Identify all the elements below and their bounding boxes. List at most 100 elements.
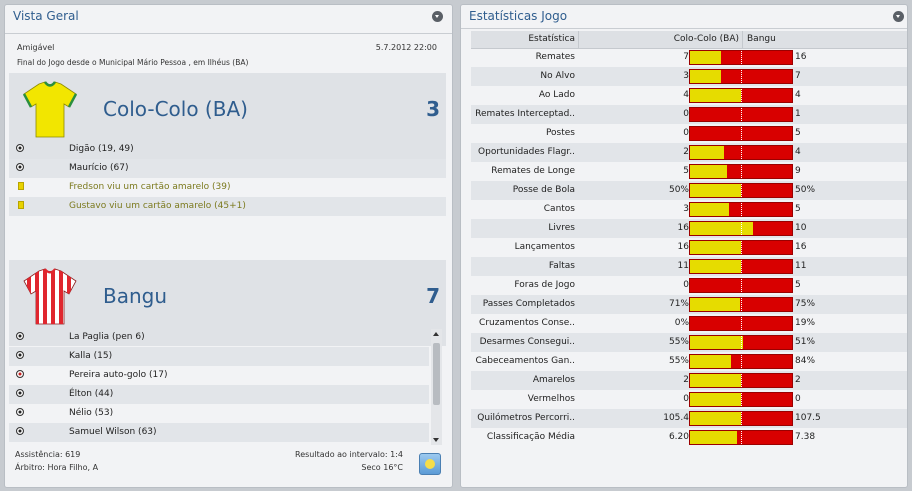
away-value: 16 [795,242,807,252]
comparison-bar [689,145,793,160]
stats-header: Estatística Colo-Colo (BA) Bangu [471,31,907,49]
away-value: 9 [795,166,801,176]
stat-row: Amarelos 2 2 [471,371,907,390]
bar-midline [741,298,742,311]
bar-midline [741,355,742,368]
col-stat-header[interactable]: Estatística [528,34,575,44]
event-text: Pereira auto-golo (17) [69,370,168,380]
stat-label: Cantos [543,204,575,214]
bar-midline [741,317,742,330]
away-event-row: Pereira auto-golo (17) [9,366,429,385]
panel-menu-icon[interactable] [432,11,443,22]
away-value: 107.5 [795,413,821,423]
bar-midline [741,336,742,349]
comparison-bar [689,202,793,217]
event-text: Nélio (53) [69,408,114,418]
col-away-header[interactable]: Bangu [747,34,776,44]
events-scrollbar[interactable] [431,329,442,445]
stat-row: Cabeceamentos Gan.. 55% 84% [471,352,907,371]
away-value: 50% [795,185,816,195]
home-bar-fill [690,165,727,178]
home-bar-fill [690,203,729,216]
home-event-row: Fredson viu um cartão amarelo (39) [9,178,446,197]
panel-menu-icon[interactable] [893,11,904,22]
bar-midline [741,184,742,197]
comparison-bar [689,221,793,236]
comparison-bar [689,50,793,65]
away-value: 84% [795,356,816,366]
stat-label: Amarelos [532,375,575,385]
home-value: 0% [674,318,689,328]
match-stats-panel: Estatísticas Jogo Estatística Colo-Colo … [460,4,908,488]
event-text: Maurício (67) [69,163,129,173]
event-text: Gustavo viu um cartão amarelo (45+1) [69,201,246,211]
scroll-thumb[interactable] [433,343,440,405]
home-bar-fill [690,431,737,444]
bar-midline [741,203,742,216]
home-bar-fill [690,222,754,235]
away-event-row: Kalla (15) [9,347,429,366]
stat-label: Remates de Longe [491,166,575,176]
home-bar-fill [690,260,741,273]
stat-row: Postes 0 5 [471,124,907,143]
away-team-name[interactable]: Bangu [103,284,167,308]
comparison-bar [689,392,793,407]
stat-row: Lançamentos 16 16 [471,238,907,257]
stat-row: Faltas 11 11 [471,257,907,276]
away-value: 10 [795,223,807,233]
bar-midline [741,51,742,64]
away-value: 5 [795,204,801,214]
stat-label: Desarmes Consegui.. [479,337,575,347]
goal-ball-icon [16,389,24,397]
home-bar-fill [690,241,741,254]
bar-midline [741,127,742,140]
competition-label: Amigável [17,43,55,52]
home-value: 6.20 [668,432,689,442]
comparison-bar [689,278,793,293]
sun-icon [419,453,441,475]
home-value: 16 [677,242,689,252]
bar-midline [741,431,742,444]
comparison-bar [689,259,793,274]
col-divider [742,31,743,48]
venue-text: Final do Jogo desde o Municipal Mário Pe… [17,58,249,67]
event-text: Kalla (15) [69,351,113,361]
bar-midline [741,412,742,425]
match-datetime: 5.7.2012 22:00 [375,43,437,52]
match-overview-panel: Vista Geral Amigável 5.7.2012 22:00 Fina… [4,4,453,488]
col-home-header[interactable]: Colo-Colo (BA) [674,34,739,44]
stat-row: Passes Completados 71% 75% [471,295,907,314]
home-team-name[interactable]: Colo-Colo (BA) [103,97,248,121]
stat-row: Desarmes Consegui.. 55% 51% [471,333,907,352]
away-event-row: Samuel Wilson (63) [9,423,429,442]
home-bar-fill [690,89,741,102]
comparison-bar [689,335,793,350]
comparison-bar [689,316,793,331]
stat-row: Cantos 3 5 [471,200,907,219]
stat-row: Cruzamentos Conse.. 0% 19% [471,314,907,333]
scroll-down-icon[interactable] [433,438,439,442]
home-value: 16 [677,223,689,233]
attendance-text: Assistência: 619 [15,450,81,459]
scroll-up-icon[interactable] [433,332,439,336]
bar-midline [741,260,742,273]
panel-title: Estatísticas Jogo [469,9,568,23]
stat-row: Remates Interceptad.. 0 1 [471,105,907,124]
comparison-bar [689,430,793,445]
stat-label: Cruzamentos Conse.. [479,318,575,328]
stat-row: Classificação Média 6.20 7.38 [471,428,907,447]
goal-ball-icon [16,351,24,359]
stat-label: Lançamentos [514,242,575,252]
away-shirt-icon [23,268,77,325]
goal-ball-icon [16,427,24,435]
stat-row: Remates de Longe 5 9 [471,162,907,181]
comparison-bar [689,411,793,426]
yellow-card-icon [18,182,24,190]
event-text: Élton (44) [69,389,114,399]
stat-row: Remates 7 16 [471,48,907,67]
stat-label: Classificação Média [486,432,575,442]
stat-label: Foras de Jogo [514,280,575,290]
away-team-score: 7 [426,284,440,308]
comparison-bar [689,88,793,103]
home-value: 50% [668,185,689,195]
